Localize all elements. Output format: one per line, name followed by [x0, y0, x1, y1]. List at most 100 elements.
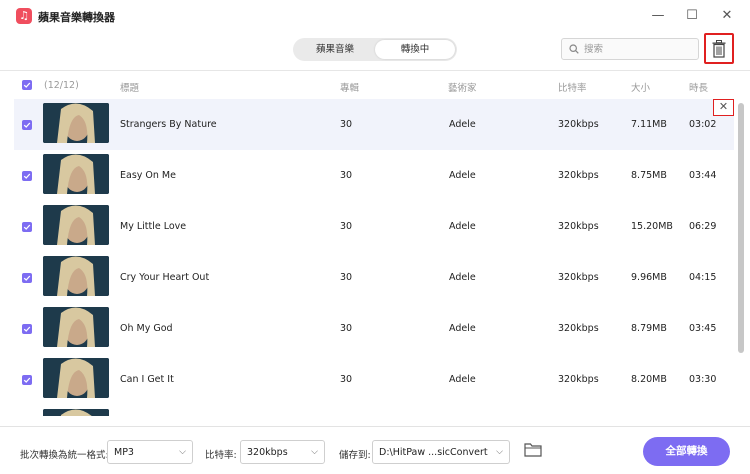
minimize-button[interactable]: —	[648, 6, 668, 26]
track-duration: 03:30	[689, 374, 717, 385]
format-value: MP3	[114, 447, 134, 458]
track-duration: 03:02	[689, 119, 717, 130]
check-icon	[23, 173, 31, 179]
chevron-down-icon: ⌵	[496, 447, 503, 457]
track-bitrate: 320kbps	[558, 221, 599, 232]
save-to-label: 儲存到:	[339, 450, 371, 461]
track-size: 8.20MB	[631, 374, 667, 385]
footer-bar: 批次轉換為統一格式: MP3 ⌵ 比特率: 320kbps ⌵ 儲存到: D:\…	[0, 426, 750, 474]
check-icon	[23, 122, 31, 128]
row-checkbox[interactable]	[22, 222, 32, 232]
album-cover	[43, 256, 109, 296]
track-album: 30	[340, 374, 353, 385]
track-artist: Adele	[449, 221, 476, 232]
table-row[interactable]: Easy On Me 30 Adele 320kbps 8.75MB 03:44	[14, 150, 734, 201]
check-icon	[23, 224, 31, 230]
album-cover	[43, 409, 109, 416]
track-size: 8.75MB	[631, 170, 667, 181]
track-artist: Adele	[449, 170, 476, 181]
close-button[interactable]: ✕	[717, 6, 737, 26]
track-title: My Little Love	[120, 221, 187, 232]
track-duration: 03:44	[689, 170, 717, 181]
column-bitrate[interactable]: 比特率	[558, 80, 587, 94]
table-row[interactable]: Can I Get It 30 Adele 320kbps 8.20MB 03:…	[14, 354, 734, 405]
track-duration: 04:15	[689, 272, 717, 283]
track-bitrate: 320kbps	[558, 272, 599, 283]
track-bitrate: 320kbps	[558, 170, 599, 181]
search-input[interactable]	[584, 42, 694, 56]
bitrate-value: 320kbps	[247, 447, 288, 458]
row-checkbox[interactable]	[22, 324, 32, 334]
bitrate-label: 比特率:	[205, 450, 237, 461]
track-title: Oh My God	[120, 323, 173, 334]
row-checkbox[interactable]	[22, 171, 32, 181]
check-icon	[23, 275, 31, 281]
save-path-select[interactable]: D:\HitPaw ...sicConvert ⌵	[372, 440, 510, 464]
track-album: 30	[340, 323, 353, 334]
table-row[interactable]: Oh My God 30 Adele 320kbps 8.79MB 03:45	[14, 303, 734, 354]
track-bitrate: 320kbps	[558, 119, 599, 130]
track-album: 30	[340, 272, 353, 283]
track-duration: 03:45	[689, 323, 717, 334]
remove-track-icon[interactable]: ✕	[713, 99, 734, 116]
track-title: Cry Your Heart Out	[120, 272, 210, 283]
track-duration: 06:29	[689, 221, 717, 232]
save-path-value: D:\HitPaw ...sicConvert	[379, 447, 488, 458]
album-cover	[43, 307, 109, 347]
track-list: Strangers By Nature 30 Adele 320kbps 7.1…	[0, 99, 750, 416]
track-artist: Adele	[449, 119, 476, 130]
delete-all-button[interactable]	[704, 33, 734, 64]
check-icon	[23, 326, 31, 332]
track-title: Easy On Me	[120, 170, 176, 181]
music-note-icon: ♫	[16, 8, 32, 24]
chevron-down-icon: ⌵	[179, 447, 186, 457]
track-title: Can I Get It	[120, 374, 174, 385]
table-row[interactable]: Cry Your Heart Out 30 Adele 320kbps 9.96…	[14, 252, 734, 303]
tab-converting[interactable]: 轉換中	[375, 40, 455, 59]
column-size[interactable]: 大小	[631, 80, 650, 94]
title-bar: ♫ 蘋果音樂轉換器 — ☐ ✕	[0, 0, 750, 32]
row-checkbox[interactable]	[22, 375, 32, 385]
track-album: 30	[340, 170, 353, 181]
column-artist[interactable]: 藝術家	[448, 80, 477, 94]
track-artist: Adele	[449, 374, 476, 385]
table-row[interactable]: My Little Love 30 Adele 320kbps 15.20MB …	[14, 201, 734, 252]
column-album[interactable]: 專輯	[340, 80, 359, 94]
trash-icon	[712, 40, 726, 58]
album-cover	[43, 154, 109, 194]
album-cover	[43, 358, 109, 398]
search-box[interactable]	[561, 38, 699, 60]
track-size: 8.79MB	[631, 323, 667, 334]
check-icon	[23, 82, 31, 88]
track-size: 15.20MB	[631, 221, 673, 232]
bitrate-select[interactable]: 320kbps ⌵	[240, 440, 325, 464]
table-row[interactable]: Strangers By Nature 30 Adele 320kbps 7.1…	[14, 99, 734, 150]
track-album: 30	[340, 119, 353, 130]
format-label: 批次轉換為統一格式:	[20, 450, 109, 461]
app-title: 蘋果音樂轉換器	[38, 11, 115, 24]
track-album: 30	[340, 221, 353, 232]
check-icon	[23, 377, 31, 383]
maximize-button[interactable]: ☐	[682, 6, 702, 26]
convert-all-button[interactable]: 全部轉換	[643, 437, 730, 466]
track-count: (12/12)	[44, 80, 79, 91]
folder-icon[interactable]	[524, 442, 542, 457]
view-switcher: 蘋果音樂 轉換中	[293, 38, 457, 61]
chevron-down-icon: ⌵	[311, 447, 318, 457]
header-divider	[0, 70, 750, 71]
tab-apple-music[interactable]: 蘋果音樂	[295, 40, 375, 59]
row-checkbox[interactable]	[22, 273, 32, 283]
track-bitrate: 320kbps	[558, 374, 599, 385]
format-select[interactable]: MP3 ⌵	[107, 440, 193, 464]
track-bitrate: 320kbps	[558, 323, 599, 334]
list-scrollbar[interactable]	[738, 103, 744, 353]
track-artist: Adele	[449, 272, 476, 283]
album-cover	[43, 205, 109, 245]
row-checkbox[interactable]	[22, 120, 32, 130]
column-duration[interactable]: 時長	[689, 80, 708, 94]
select-all-checkbox[interactable]	[22, 80, 32, 90]
track-size: 7.11MB	[631, 119, 667, 130]
table-row[interactable]	[14, 405, 734, 416]
column-title[interactable]: 標題	[120, 80, 139, 94]
track-size: 9.96MB	[631, 272, 667, 283]
